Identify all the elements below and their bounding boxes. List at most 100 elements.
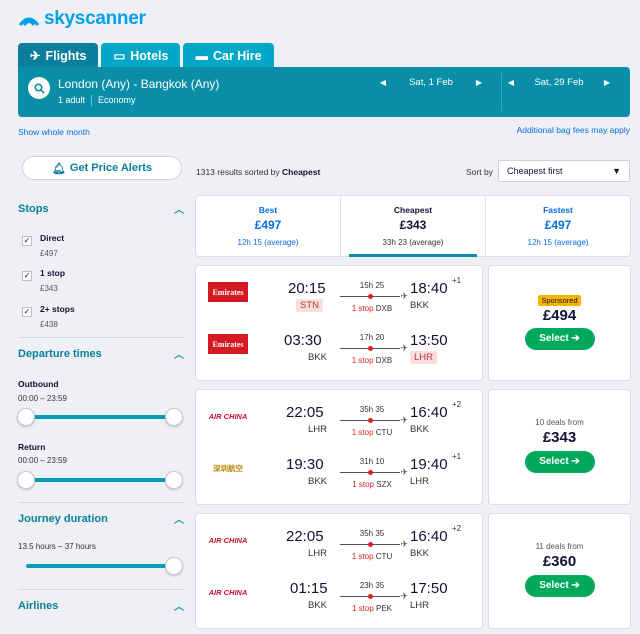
route-text[interactable]: London (Any) - Bangkok (Any) — [58, 77, 219, 91]
chevron-up-icon: ︿ — [174, 205, 184, 216]
brand-name: skyscanner — [44, 8, 146, 29]
via-airport: DXB — [375, 304, 393, 313]
depart-airport: BKK — [308, 352, 328, 363]
checkbox[interactable]: ✓ — [22, 307, 32, 317]
stop-dot — [368, 470, 373, 475]
price-panel: 11 deals from £360 Select ➔ — [488, 513, 631, 629]
sort-select[interactable]: Cheapest first ▼ — [498, 160, 630, 182]
slider-handle-max[interactable] — [165, 557, 183, 575]
route-line: ✈ — [340, 591, 408, 601]
checkbox[interactable]: ✓ — [22, 271, 32, 281]
price-alerts-button[interactable]: 🔔︎ Get Price Alerts — [22, 156, 182, 180]
cabin-class: Economy — [98, 95, 136, 105]
stops-count: 1 stop — [351, 304, 374, 313]
stop-dot — [368, 594, 373, 599]
divider — [18, 337, 184, 338]
flight-card[interactable]: Emirates 20:15 STN 15h 25 ✈ 1 stop DXB 1… — [195, 265, 483, 381]
slider-handle-max[interactable] — [165, 408, 183, 426]
tab-flights[interactable]: ✈ Flights — [18, 43, 99, 68]
depart-airport: LHR — [308, 424, 328, 435]
return-label: Return — [18, 442, 46, 452]
stop-dot — [368, 542, 373, 547]
select-button[interactable]: Select ➔ — [524, 575, 595, 597]
journey-duration-slider[interactable] — [26, 557, 183, 575]
day-offset: +1 — [452, 276, 462, 285]
summary-title: Best — [258, 205, 278, 215]
flight-card[interactable]: AIR CHINA 22:05 LHR 35h 35 ✈ 1 stop CTU … — [195, 389, 483, 505]
arrive-time: 18:40 — [410, 280, 448, 297]
stops-count: 1 stop — [351, 428, 374, 437]
next-date-icon[interactable]: ▶ — [602, 78, 612, 87]
stop-option-direct[interactable]: ✓ Direct £497 — [22, 233, 64, 258]
product-tabs: ✈ Flights ▭ Hotels ▬ Car Hire — [18, 43, 274, 68]
via-airport: CTU — [375, 552, 393, 561]
tab-car-hire[interactable]: ▬ Car Hire — [183, 43, 274, 68]
checkbox[interactable]: ✓ — [22, 236, 32, 246]
tab-best[interactable]: Best £497 12h 15 (average) — [196, 196, 340, 256]
duration: 15h 25 — [359, 281, 385, 290]
depart-date: Sat, 1 Feb — [409, 77, 453, 88]
stops-info: 1 stop CTU — [336, 428, 408, 437]
summary-price: £497 — [544, 218, 572, 232]
price-panel: Sponsored £494 Select ➔ — [488, 265, 631, 381]
return-time-slider[interactable] — [17, 471, 183, 489]
sort-by-label: Sort by — [466, 167, 493, 177]
journey-duration-header[interactable]: Journey duration ︿ — [18, 511, 184, 527]
stop-label: Direct — [40, 233, 65, 243]
search-icon[interactable] — [28, 77, 50, 99]
route-line: ✈ — [340, 343, 408, 353]
outbound-time-slider[interactable] — [17, 408, 183, 426]
stop-dot — [368, 294, 373, 299]
route-line: ✈ — [340, 539, 408, 549]
airlines-header[interactable]: Airlines ︿ — [18, 598, 184, 614]
arrive-time: 19:40 — [410, 456, 448, 473]
slider-handle-min[interactable] — [17, 408, 35, 426]
summary-avg: 33h 23 (average) — [382, 238, 444, 247]
price-panel: 10 deals from £343 Select ➔ — [488, 389, 631, 505]
tab-fastest[interactable]: Fastest £497 12h 15 (average) — [485, 196, 630, 256]
flight-card[interactable]: AIR CHINA 22:05 LHR 35h 35 ✈ 1 stop CTU … — [195, 513, 483, 629]
tab-hotels[interactable]: ▭ Hotels — [101, 43, 181, 68]
stop-option-1-stop[interactable]: ✓ 1 stop £343 — [22, 268, 65, 293]
search-summary-bar[interactable]: London (Any) - Bangkok (Any) 1 adult Eco… — [18, 67, 630, 117]
stop-option-2-stops[interactable]: ✓ 2+ stops £438 — [22, 304, 75, 329]
arrive-airport: LHR — [410, 351, 438, 364]
divider — [91, 95, 93, 106]
skyscanner-logo[interactable]: skyscanner — [18, 8, 146, 30]
stop-dot — [368, 346, 373, 351]
arrive-airport: LHR — [410, 476, 430, 487]
depart-date-picker[interactable]: ◀ Sat, 1 Feb ▶ — [378, 77, 484, 88]
bag-fees-link[interactable]: Additional bag fees may apply — [517, 125, 630, 135]
outbound-leg: AIR CHINA 22:05 LHR 35h 35 ✈ 1 stop CTU … — [196, 398, 484, 448]
show-whole-month-link[interactable]: Show whole month — [18, 127, 90, 137]
day-offset: +2 — [452, 524, 462, 533]
tab-cheapest[interactable]: Cheapest £343 33h 23 (average) — [340, 196, 485, 257]
passenger-info[interactable]: 1 adult Economy — [58, 95, 136, 106]
slider-handle-max[interactable] — [165, 471, 183, 489]
divider — [501, 73, 502, 111]
outbound-leg: Emirates 20:15 STN 15h 25 ✈ 1 stop DXB 1… — [196, 274, 484, 324]
select-button[interactable]: Select ➔ — [524, 328, 595, 350]
via-airport: PEK — [376, 604, 393, 613]
plane-icon: ✈ — [30, 49, 41, 63]
stops-info: 1 stop PEK — [336, 604, 408, 613]
next-date-icon[interactable]: ▶ — [474, 78, 484, 87]
stops-filter-header[interactable]: Stops ︿ — [18, 201, 184, 217]
chevron-up-icon: ︿ — [174, 515, 184, 526]
tab-label: Car Hire — [212, 48, 262, 63]
airline-logo: AIR CHINA — [208, 587, 248, 597]
stops-count: 1 stop — [351, 604, 374, 613]
summary-avg: 12h 15 (average) — [527, 238, 589, 247]
stop-price: £343 — [40, 284, 58, 293]
departure-times-header[interactable]: Departure times ︿ — [18, 346, 184, 362]
slider-handle-min[interactable] — [17, 471, 35, 489]
summary-price: £343 — [399, 218, 427, 232]
return-date-picker[interactable]: ◀ Sat, 29 Feb ▶ — [506, 77, 612, 88]
return-leg: Emirates 03:30 BKK 17h 20 ✈ 1 stop DXB 1… — [196, 326, 484, 376]
select-button[interactable]: Select ➔ — [524, 451, 595, 473]
duration-range: 13.5 hours – 37 hours — [18, 542, 96, 551]
duration: 31h 10 — [359, 457, 385, 466]
prev-date-icon[interactable]: ◀ — [378, 78, 388, 87]
prev-date-icon[interactable]: ◀ — [506, 78, 516, 87]
depart-airport: BKK — [308, 476, 328, 487]
